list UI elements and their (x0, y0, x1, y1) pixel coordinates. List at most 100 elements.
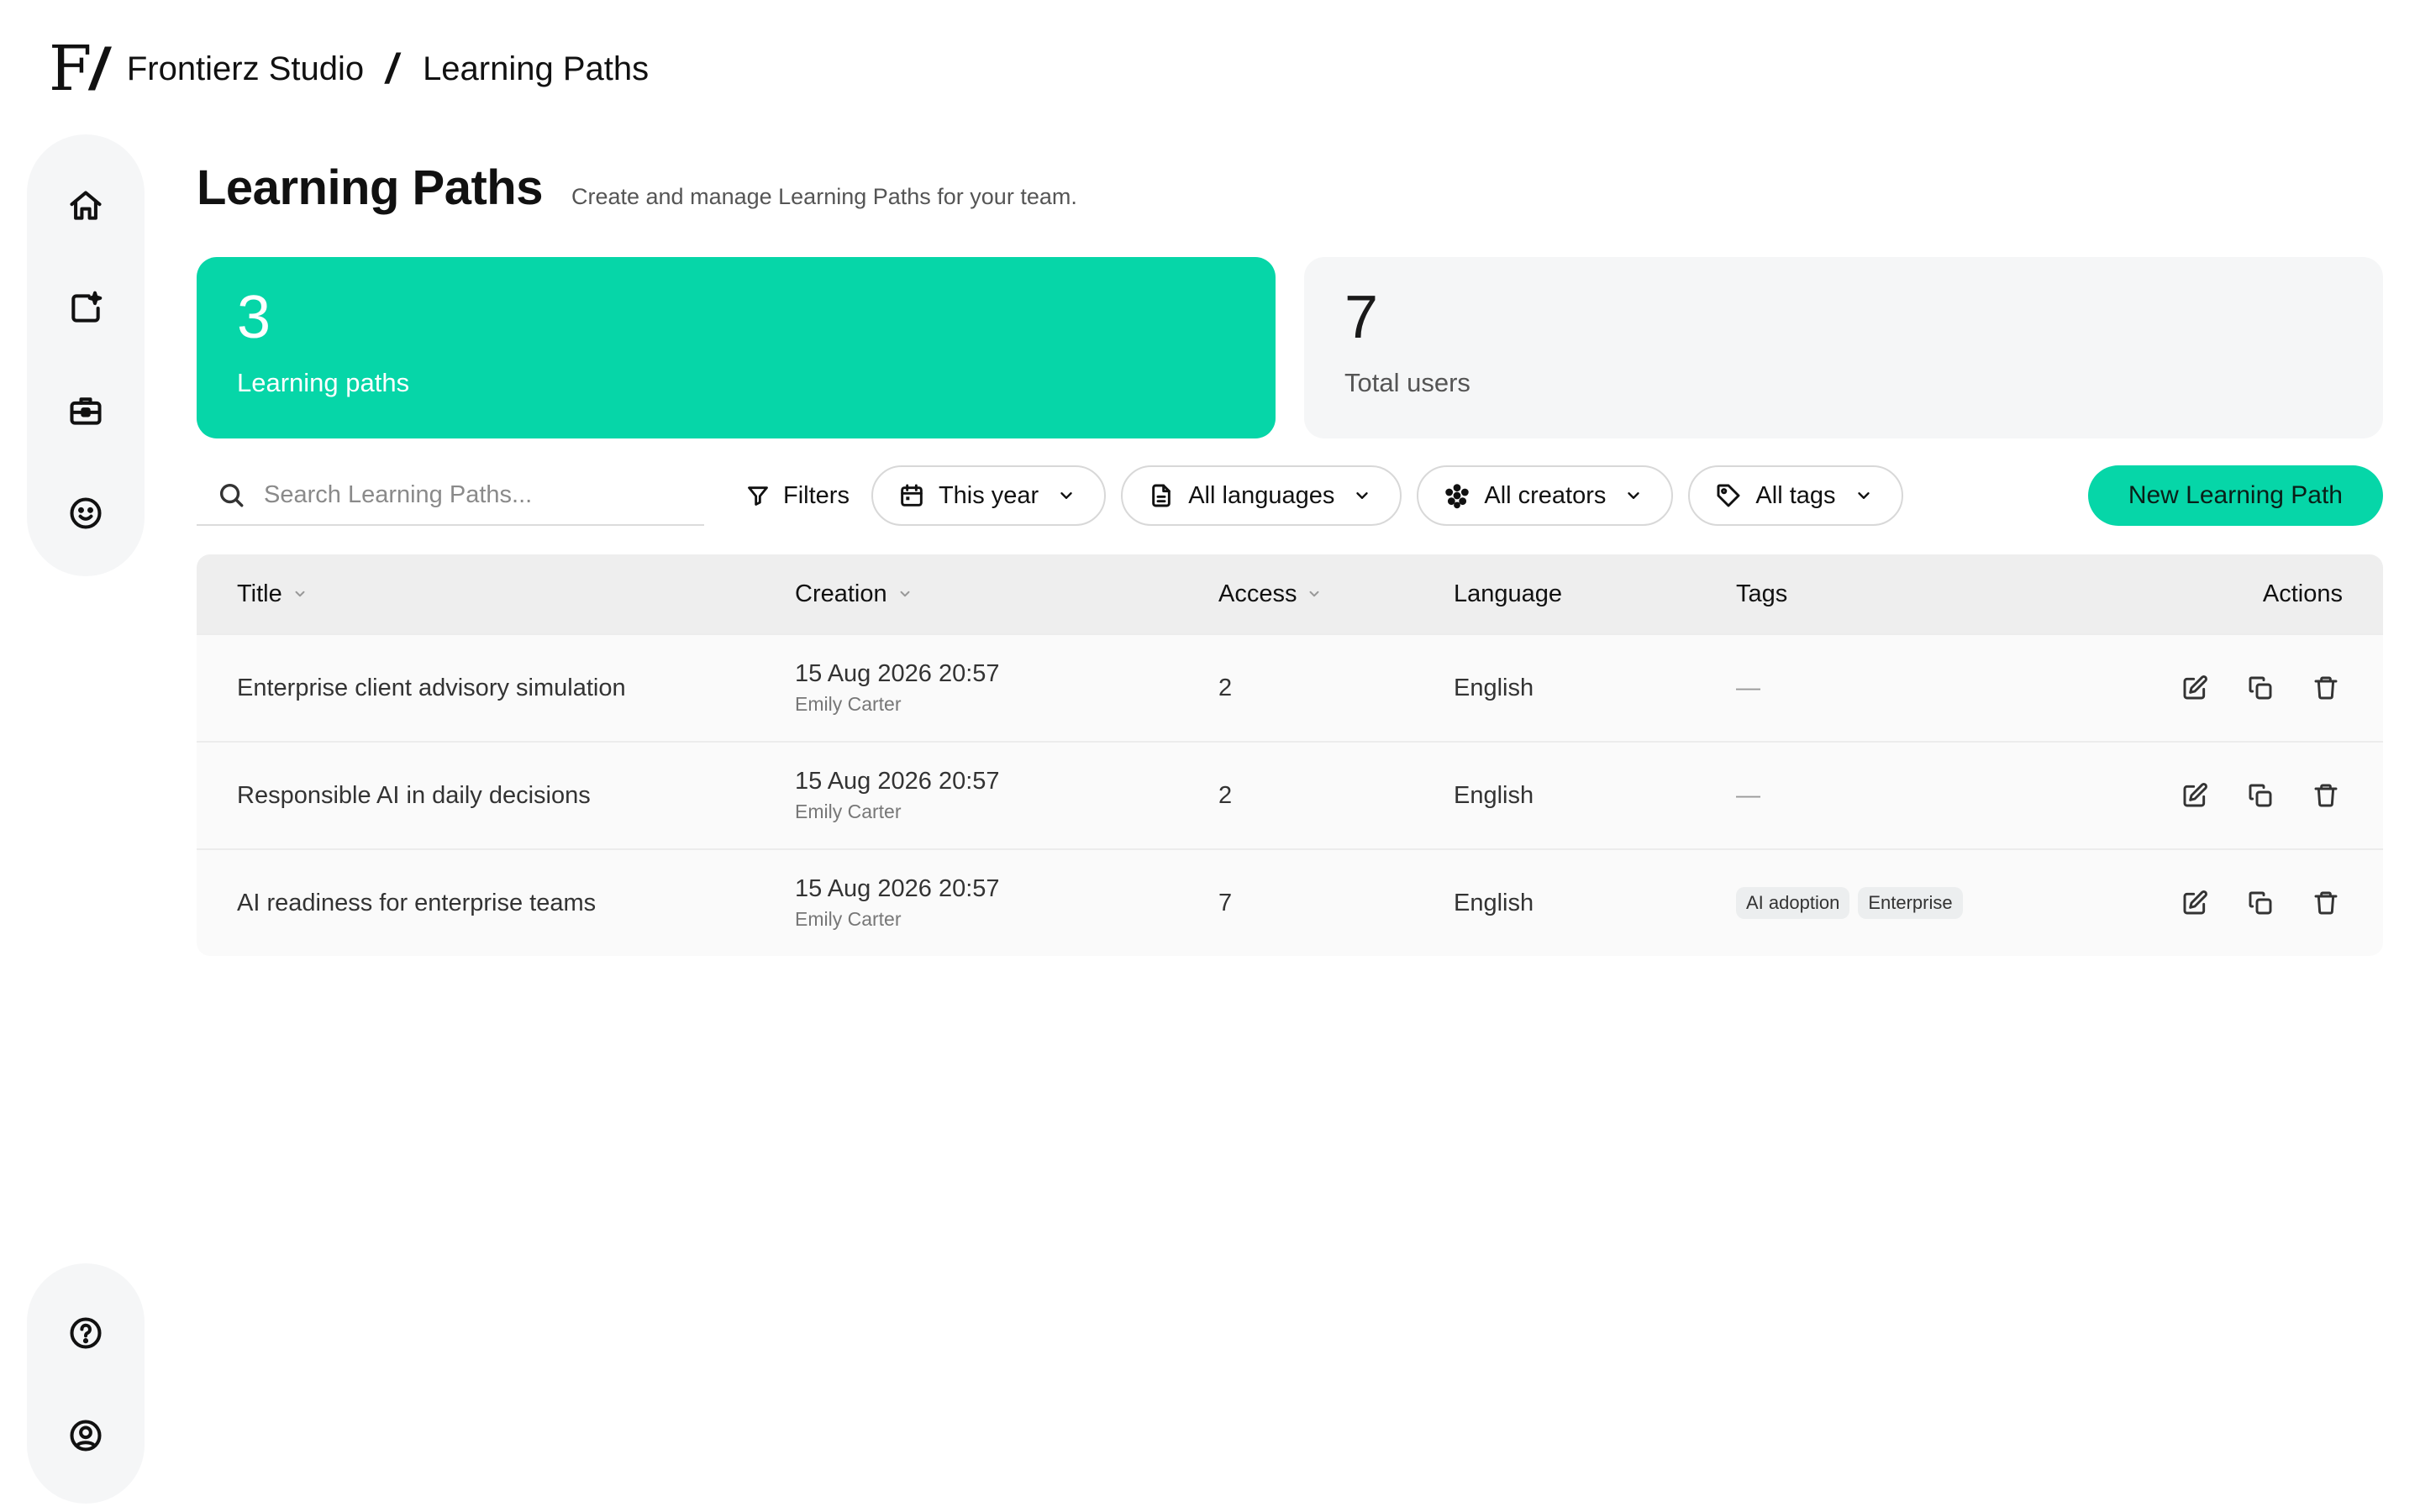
logo-slash: / (90, 36, 107, 102)
document-icon (1152, 484, 1171, 507)
creator-filter-value: All creators (1484, 481, 1607, 509)
row-access: 2 (1218, 674, 1233, 701)
row-language: English (1454, 674, 1534, 701)
chevron-down-icon (1310, 591, 1319, 597)
edit-icon (2183, 675, 2207, 700)
chevron-down-icon (1857, 492, 1870, 499)
row-creation: 15 Aug 2026 20:57 Emily Carter (795, 768, 1218, 823)
breadcrumb-current: Learning Paths (423, 50, 650, 87)
edit-icon (2183, 890, 2207, 915)
table-row[interactable]: Responsible AI in daily decisions 15 Aug… (197, 741, 2383, 848)
row-access: 7 (1218, 889, 1233, 916)
row-tags: — (1736, 782, 2165, 810)
language-filter-dropdown[interactable]: All languages (1121, 465, 1402, 526)
copy-icon (2249, 784, 2272, 807)
sidebar-bottom (27, 1263, 145, 1504)
user-icon (70, 1420, 102, 1452)
date-filter-dropdown[interactable]: This year (871, 465, 1107, 526)
sidebar-item-workspace[interactable] (59, 390, 113, 432)
row-tags: AI adoption Enterprise (1736, 887, 2165, 919)
breadcrumb-separator: / (386, 45, 398, 92)
row-title[interactable]: Responsible AI in daily decisions (197, 782, 795, 810)
creator-filter-dropdown[interactable]: All creators (1417, 465, 1674, 526)
delete-button[interactable] (2309, 671, 2343, 705)
edit-button[interactable] (2178, 671, 2212, 705)
help-icon (70, 1317, 102, 1349)
sidebar-item-home[interactable] (59, 185, 113, 227)
stat-value: 7 (1344, 284, 1379, 351)
briefcase-icon (70, 397, 102, 425)
page-header: Learning Paths Create and manage Learnin… (197, 160, 2383, 235)
brand-logo[interactable]: F / (49, 33, 107, 105)
filter-icon (748, 486, 768, 506)
chevron-down-icon (900, 591, 910, 597)
page-subtitle: Create and manage Learning Paths for you… (571, 184, 1077, 209)
breadcrumb-workspace[interactable]: Frontierz Studio (127, 50, 364, 88)
breadcrumb: F / Frontierz Studio / Learning Paths (49, 25, 649, 113)
main-content: Learning Paths Create and manage Learnin… (197, 160, 2383, 956)
sidebar-item-help[interactable] (59, 1312, 113, 1354)
create-icon (71, 291, 103, 323)
search-input[interactable] (264, 480, 667, 509)
row-title[interactable]: AI readiness for enterprise teams (197, 890, 795, 917)
stats-cards: 3 Learning paths 7 Total users (197, 257, 2383, 438)
row-actions (2165, 779, 2383, 812)
stat-value: 3 (237, 284, 271, 351)
logo-mark: F (49, 33, 92, 105)
sidebar-item-feedback[interactable] (59, 492, 113, 534)
row-date: 15 Aug 2026 20:57 (795, 768, 1000, 795)
trash-icon (2314, 676, 2338, 700)
trash-icon (2314, 891, 2338, 915)
row-language: English (1454, 781, 1534, 809)
column-header-actions: Actions (2262, 580, 2343, 607)
empty-tags: — (1736, 781, 1760, 809)
column-header-title: Title (237, 580, 282, 607)
sidebar-item-account[interactable] (59, 1415, 113, 1457)
tag-badge[interactable]: AI adoption (1736, 887, 1850, 919)
row-date: 15 Aug 2026 20:57 (795, 875, 1000, 902)
filter-toolbar: Filters This year All languages All crea… (197, 465, 2383, 526)
sidebar-item-create[interactable] (59, 287, 113, 329)
table-row[interactable]: Enterprise client advisory simulation 15… (197, 633, 2383, 741)
edit-button[interactable] (2178, 886, 2212, 920)
chevron-down-icon (1356, 492, 1369, 499)
duplicate-button[interactable] (2244, 671, 2277, 705)
row-creator: Emily Carter (795, 908, 902, 930)
row-date: 15 Aug 2026 20:57 (795, 660, 1000, 687)
page-title: Learning Paths (197, 160, 543, 215)
chevron-down-icon (295, 591, 305, 597)
edit-button[interactable] (2178, 779, 2212, 812)
duplicate-button[interactable] (2244, 886, 2277, 920)
learning-paths-table: Title Creation Access Language Tags Acti… (197, 554, 2383, 956)
table-row[interactable]: AI readiness for enterprise teams 15 Aug… (197, 848, 2383, 956)
filters-label: Filters (783, 481, 850, 509)
new-learning-path-button[interactable]: New Learning Path (2087, 465, 2383, 526)
row-creation: 15 Aug 2026 20:57 Emily Carter (795, 660, 1218, 716)
chevron-down-icon (1628, 492, 1640, 499)
duplicate-button[interactable] (2244, 779, 2277, 812)
edit-icon (2183, 783, 2207, 807)
filters-button[interactable]: Filters (746, 482, 850, 510)
sort-by-creation[interactable]: Creation (795, 580, 913, 608)
tag-icon (1717, 484, 1740, 507)
column-header-creation: Creation (795, 580, 887, 607)
trash-icon (2314, 784, 2338, 807)
delete-button[interactable] (2309, 779, 2343, 812)
tag-badge[interactable]: Enterprise (1858, 887, 1963, 919)
row-creator: Emily Carter (795, 693, 902, 715)
row-title[interactable]: Enterprise client advisory simulation (197, 675, 795, 702)
empty-tags: — (1736, 674, 1760, 701)
stat-card-total-users: 7 Total users (1304, 257, 2383, 438)
tag-filter-dropdown[interactable]: All tags (1688, 465, 1903, 526)
copy-icon (2249, 676, 2272, 700)
sort-by-access[interactable]: Access (1218, 580, 1322, 608)
delete-button[interactable] (2309, 886, 2343, 920)
row-creator: Emily Carter (795, 801, 902, 822)
sort-by-title[interactable]: Title (237, 580, 308, 608)
column-header-tags: Tags (1736, 580, 1788, 607)
language-filter-value: All languages (1188, 481, 1335, 509)
sidebar-top (27, 134, 145, 576)
row-actions (2165, 671, 2383, 705)
chevron-down-icon (1060, 492, 1072, 499)
stat-card-learning-paths: 3 Learning paths (197, 257, 1276, 438)
